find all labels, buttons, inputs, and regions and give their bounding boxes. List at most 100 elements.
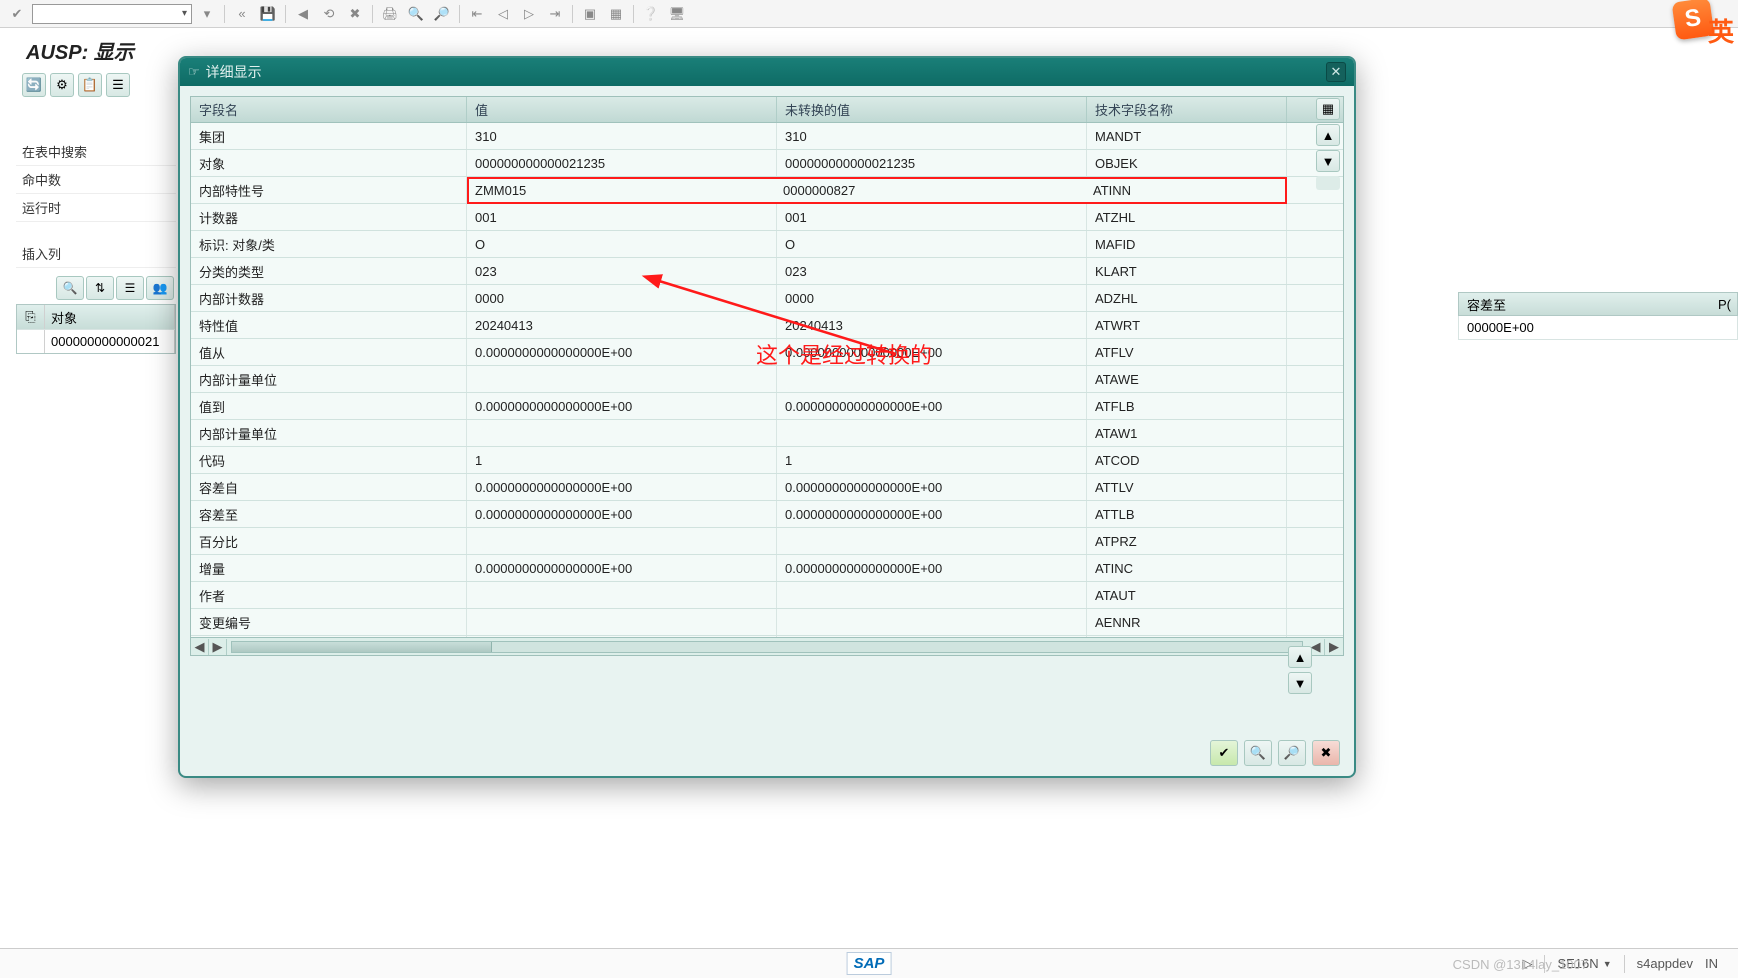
- history-icon[interactable]: ▾: [196, 3, 218, 25]
- tool-background-button[interactable]: 📋: [78, 73, 102, 97]
- scroll-down-button[interactable]: ▼: [1316, 150, 1340, 172]
- cell-unconverted: 0.0000000000000000E+00: [777, 393, 1087, 419]
- table-row[interactable]: 增量0.0000000000000000E+000.00000000000000…: [191, 555, 1343, 582]
- cell-unconverted: [777, 582, 1087, 608]
- cell-techname: MAFID: [1087, 231, 1287, 257]
- cell-fieldname: 分类的类型: [191, 258, 467, 284]
- horizontal-scrollbar[interactable]: ◀ ▶ ◀ ▶: [191, 637, 1343, 655]
- table-row[interactable]: 代码11ATCOD: [191, 447, 1343, 474]
- cell-fieldname: 作者: [191, 582, 467, 608]
- tool-variant-button[interactable]: ☰: [106, 73, 130, 97]
- table-row[interactable]: 内部计量单位ATAW1: [191, 420, 1343, 447]
- cell-value: [467, 582, 777, 608]
- layout-icon[interactable]: ▦: [605, 3, 627, 25]
- scroll-right-end-icon[interactable]: ▶: [1325, 639, 1343, 655]
- cell-techname: OBJEK: [1087, 150, 1287, 176]
- tool-execute-button[interactable]: ⚙: [50, 73, 74, 97]
- table-row[interactable]: 容差自0.0000000000000000E+000.0000000000000…: [191, 474, 1343, 501]
- table-row[interactable]: 值从0.0000000000000000E+000.00000000000000…: [191, 339, 1343, 366]
- col-techname[interactable]: 技术字段名称: [1087, 97, 1287, 122]
- table-row[interactable]: 内部特性号ZMM0150000000827ATINN: [191, 177, 1343, 204]
- cell-techname: ATWRT: [1087, 312, 1287, 338]
- back-icon[interactable]: «: [231, 3, 253, 25]
- left-label-insert: 插入列: [16, 240, 176, 268]
- find-button[interactable]: 🔍: [1244, 740, 1272, 766]
- new-session-icon[interactable]: ▣: [579, 3, 601, 25]
- cell-fieldname: 容差自: [191, 474, 467, 500]
- table-row[interactable]: 内部计量单位ATAWE: [191, 366, 1343, 393]
- left-grid-select-all[interactable]: ⎘: [17, 305, 45, 329]
- table-row[interactable]: 分类的类型023023KLART: [191, 258, 1343, 285]
- cell-unconverted: 310: [777, 123, 1087, 149]
- table-row[interactable]: 对象000000000000021235000000000000021235OB…: [191, 150, 1343, 177]
- ok-icon[interactable]: ✔: [6, 3, 28, 25]
- accept-button[interactable]: ✔: [1210, 740, 1238, 766]
- ime-mode: 英: [1708, 12, 1734, 49]
- scroll-left-icon[interactable]: ◀: [191, 639, 209, 655]
- nav-cancel-icon[interactable]: ✖: [344, 3, 366, 25]
- dialog-footer: ✔ 🔍 🔎 ✖: [1210, 740, 1340, 766]
- cell-unconverted: [777, 366, 1087, 392]
- mini-filter-button[interactable]: ☰: [116, 276, 144, 300]
- scroll-track[interactable]: [231, 641, 1303, 653]
- cell-fieldname: 计数器: [191, 204, 467, 230]
- table-row[interactable]: 容差至0.0000000000000000E+000.0000000000000…: [191, 501, 1343, 528]
- cell-value: [467, 609, 777, 635]
- find-icon[interactable]: 🔍: [405, 3, 427, 25]
- scroll-up-button[interactable]: ▲: [1316, 124, 1340, 146]
- table-row[interactable]: 计数器001001ATZHL: [191, 204, 1343, 231]
- table-row[interactable]: 标识: 对象/类OOMAFID: [191, 231, 1343, 258]
- table-row[interactable]: 百分比ATPRZ: [191, 528, 1343, 555]
- table-row[interactable]: 值到0.0000000000000000E+000.00000000000000…: [191, 393, 1343, 420]
- ime-indicator[interactable]: S 英: [1674, 0, 1738, 54]
- col-fieldname[interactable]: 字段名: [191, 97, 467, 122]
- cell-value: 0.0000000000000000E+00: [467, 555, 777, 581]
- left-label-search: 在表中搜索: [16, 138, 176, 166]
- find-next-button[interactable]: 🔎: [1278, 740, 1306, 766]
- mini-sort-button[interactable]: ⇅: [86, 276, 114, 300]
- table-row[interactable]: 特性值2024041320240413ATWRT: [191, 312, 1343, 339]
- scroll-up2-button[interactable]: ▲: [1288, 646, 1312, 668]
- mini-zoom-button[interactable]: 🔍: [56, 276, 84, 300]
- help-icon[interactable]: ❔: [640, 3, 662, 25]
- scroll-right-icon[interactable]: ▶: [209, 639, 227, 655]
- find-next-icon[interactable]: 🔎: [431, 3, 453, 25]
- save-icon[interactable]: 💾: [257, 3, 279, 25]
- cell-techname: ATAUT: [1087, 582, 1287, 608]
- cell-fieldname: 内部特性号: [191, 177, 467, 203]
- scroll-thumb[interactable]: [232, 642, 492, 652]
- table-row[interactable]: 内部计数器00000000ADZHL: [191, 285, 1343, 312]
- col-value[interactable]: 值: [467, 97, 777, 122]
- left-grid-col-object[interactable]: 对象: [45, 305, 175, 329]
- prev-page-icon[interactable]: ◁: [492, 3, 514, 25]
- scroll-track[interactable]: [1316, 176, 1340, 190]
- side-scroll-bottom: ▲ ▼: [1288, 646, 1312, 694]
- row-selector[interactable]: [17, 330, 45, 353]
- last-page-icon[interactable]: ⇥: [544, 3, 566, 25]
- command-field[interactable]: ▾: [32, 4, 192, 24]
- cell-value: 0.0000000000000000E+00: [467, 393, 777, 419]
- cell-unconverted: 001: [777, 204, 1087, 230]
- dialog-body: ▦ ▲ ▼ 字段名 值 未转换的值 技术字段名称 集团310310MANDT对象…: [180, 86, 1354, 776]
- grid-header: 字段名 值 未转换的值 技术字段名称: [191, 97, 1343, 123]
- nav-back-icon[interactable]: ◀: [292, 3, 314, 25]
- select-layout-button[interactable]: ▦: [1316, 98, 1340, 120]
- table-row[interactable]: 000000000000021: [17, 329, 175, 353]
- mini-find-button[interactable]: 👥: [146, 276, 174, 300]
- cell-unconverted: 0.0000000000000000E+00: [777, 474, 1087, 500]
- table-row[interactable]: 集团310310MANDT: [191, 123, 1343, 150]
- print-icon[interactable]: 🖨: [379, 3, 401, 25]
- col-unconverted[interactable]: 未转换的值: [777, 97, 1087, 122]
- right-col-header[interactable]: 容差至 P(: [1458, 292, 1738, 316]
- cell-unconverted: 023: [777, 258, 1087, 284]
- cancel-button[interactable]: ✖: [1312, 740, 1340, 766]
- first-page-icon[interactable]: ⇤: [466, 3, 488, 25]
- dialog-close-button[interactable]: ✕: [1326, 62, 1346, 82]
- table-row[interactable]: 作者 ATAUT: [191, 582, 1343, 609]
- nav-exit-icon[interactable]: ⟲: [318, 3, 340, 25]
- tool-refresh-button[interactable]: 🔄: [22, 73, 46, 97]
- settings-icon[interactable]: 🖥: [666, 3, 688, 25]
- scroll-down2-button[interactable]: ▼: [1288, 672, 1312, 694]
- table-row[interactable]: 变更编号AENNR: [191, 609, 1343, 636]
- next-page-icon[interactable]: ▷: [518, 3, 540, 25]
